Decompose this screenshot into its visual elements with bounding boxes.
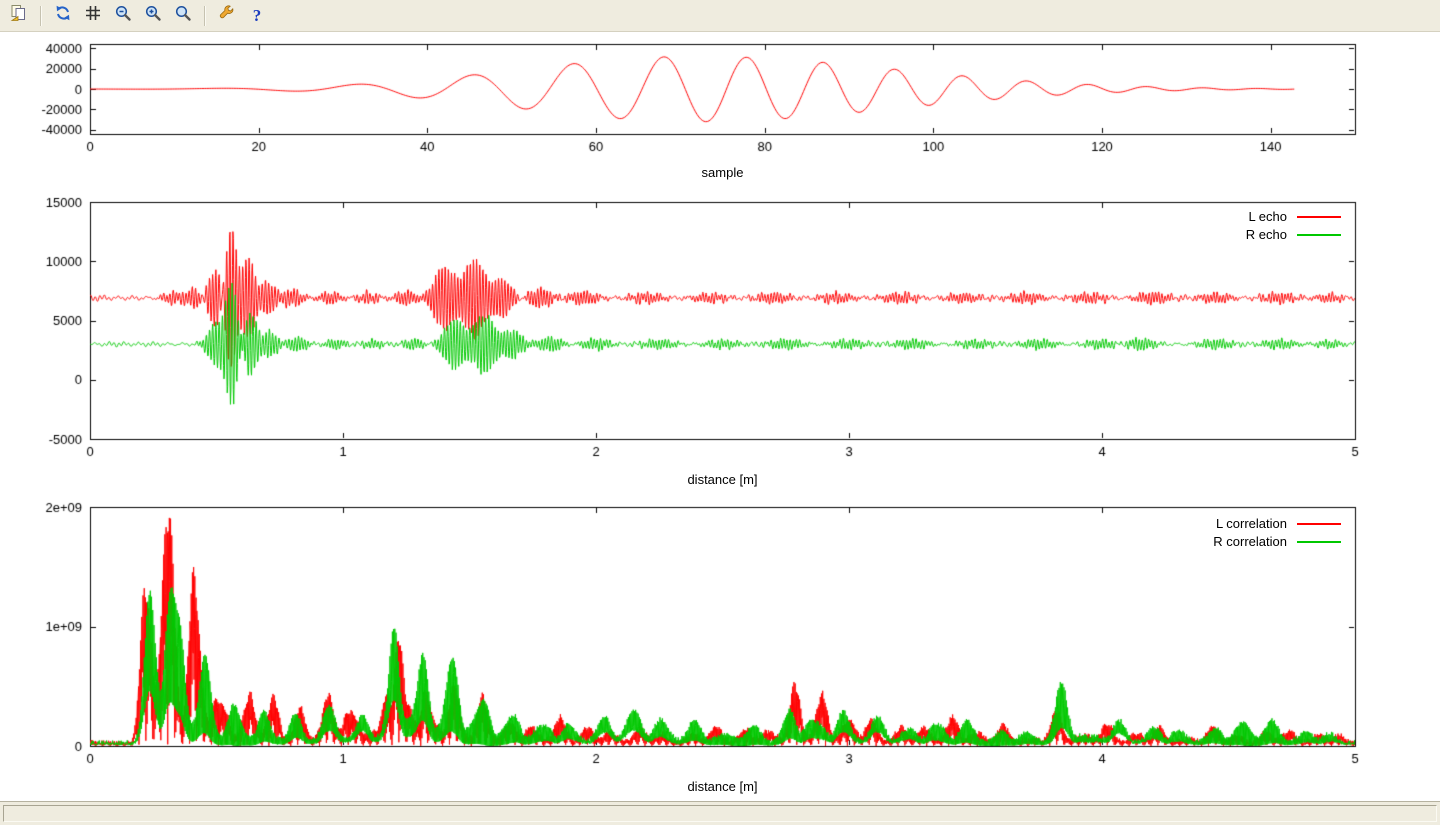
copy-to-clipboard-icon bbox=[10, 4, 28, 27]
legend-label: L correlation bbox=[1216, 516, 1287, 531]
legend-label: L echo bbox=[1248, 209, 1287, 224]
pulse-plot[interactable] bbox=[90, 44, 1355, 134]
status-bar bbox=[0, 801, 1440, 825]
legend-line-sample bbox=[1297, 541, 1341, 543]
legend-line-sample bbox=[1297, 523, 1341, 525]
status-field bbox=[3, 805, 1437, 822]
zoom-previous-icon bbox=[114, 4, 132, 27]
legend-line-sample bbox=[1297, 234, 1341, 236]
gnuplot-window: ? sample distance [m] distance [m] L ech… bbox=[0, 0, 1440, 825]
config-wrench-icon bbox=[218, 4, 236, 27]
legend-line-sample bbox=[1297, 216, 1341, 218]
echo-plot[interactable] bbox=[90, 202, 1355, 439]
legend-entry-l-echo: L echo bbox=[1248, 209, 1341, 224]
copy-to-clipboard-button[interactable] bbox=[6, 3, 32, 29]
x-axis-label-sample: sample bbox=[90, 165, 1355, 180]
help-icon: ? bbox=[253, 6, 262, 26]
help-button[interactable]: ? bbox=[244, 3, 270, 29]
legend-entry-r-correlation: R correlation bbox=[1213, 534, 1341, 549]
grid-toggle-button[interactable] bbox=[80, 3, 106, 29]
x-axis-label-distance-echo: distance [m] bbox=[90, 472, 1355, 487]
autoscale-button[interactable] bbox=[170, 3, 196, 29]
toolbar: ? bbox=[0, 0, 1440, 32]
replot-button[interactable] bbox=[50, 3, 76, 29]
grid-toggle-icon bbox=[84, 4, 102, 27]
config-button[interactable] bbox=[214, 3, 240, 29]
echo-legend: L echo R echo bbox=[1246, 209, 1341, 242]
legend-entry-l-correlation: L correlation bbox=[1216, 516, 1341, 531]
legend-label: R correlation bbox=[1213, 534, 1287, 549]
zoom-previous-button[interactable] bbox=[110, 3, 136, 29]
toolbar-separator bbox=[204, 6, 206, 26]
zoom-next-icon bbox=[144, 4, 162, 27]
correlation-plot[interactable] bbox=[90, 507, 1355, 746]
x-axis-label-distance-corr: distance [m] bbox=[90, 779, 1355, 794]
replot-refresh-icon bbox=[54, 4, 72, 27]
correlation-legend: L correlation R correlation bbox=[1213, 516, 1341, 549]
autoscale-magnifier-icon bbox=[174, 4, 192, 27]
legend-entry-r-echo: R echo bbox=[1246, 227, 1341, 242]
zoom-next-button[interactable] bbox=[140, 3, 166, 29]
legend-label: R echo bbox=[1246, 227, 1287, 242]
toolbar-separator bbox=[40, 6, 42, 26]
